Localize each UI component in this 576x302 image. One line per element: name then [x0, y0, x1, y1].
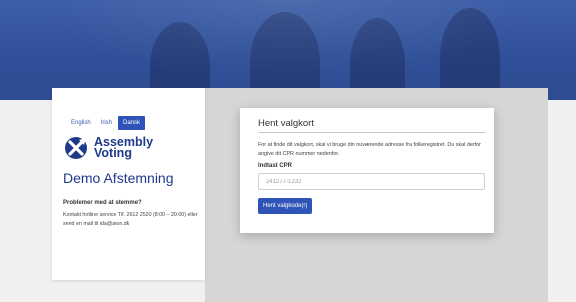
brand-line-2: Voting [94, 146, 132, 160]
page-title: Demo Afstemning [63, 170, 174, 186]
cpr-form-card: Hent valgkort For at finde dit valgkort,… [240, 108, 494, 233]
language-english-button[interactable]: English [67, 116, 95, 130]
help-text: Kontakt hotline service Tlf. 2612 2520 (… [63, 212, 198, 227]
language-switcher: English Irish Dansk [67, 116, 205, 130]
brand-logo: Assembly Voting [64, 136, 205, 160]
get-voting-code-button[interactable]: Hent valgkode(r) [258, 198, 313, 214]
brand-name: Assembly Voting [94, 136, 153, 160]
assembly-voting-logo-icon [65, 137, 87, 159]
language-danish-button[interactable]: Dansk [118, 116, 146, 130]
hero-banner [0, 0, 576, 100]
language-irish-button[interactable]: Irish [97, 116, 116, 130]
help-heading: Problemer med at stemme? [63, 200, 142, 206]
form-title: Hent valgkort [258, 118, 486, 133]
sidebar-card: English Irish Dansk Assembly Voting Demo… [52, 88, 205, 280]
form-description: For at finde dit valgkort, skal vi bruge… [258, 142, 481, 157]
cpr-input[interactable] [258, 173, 485, 190]
cpr-field-label: Indtast CPR [258, 163, 293, 169]
